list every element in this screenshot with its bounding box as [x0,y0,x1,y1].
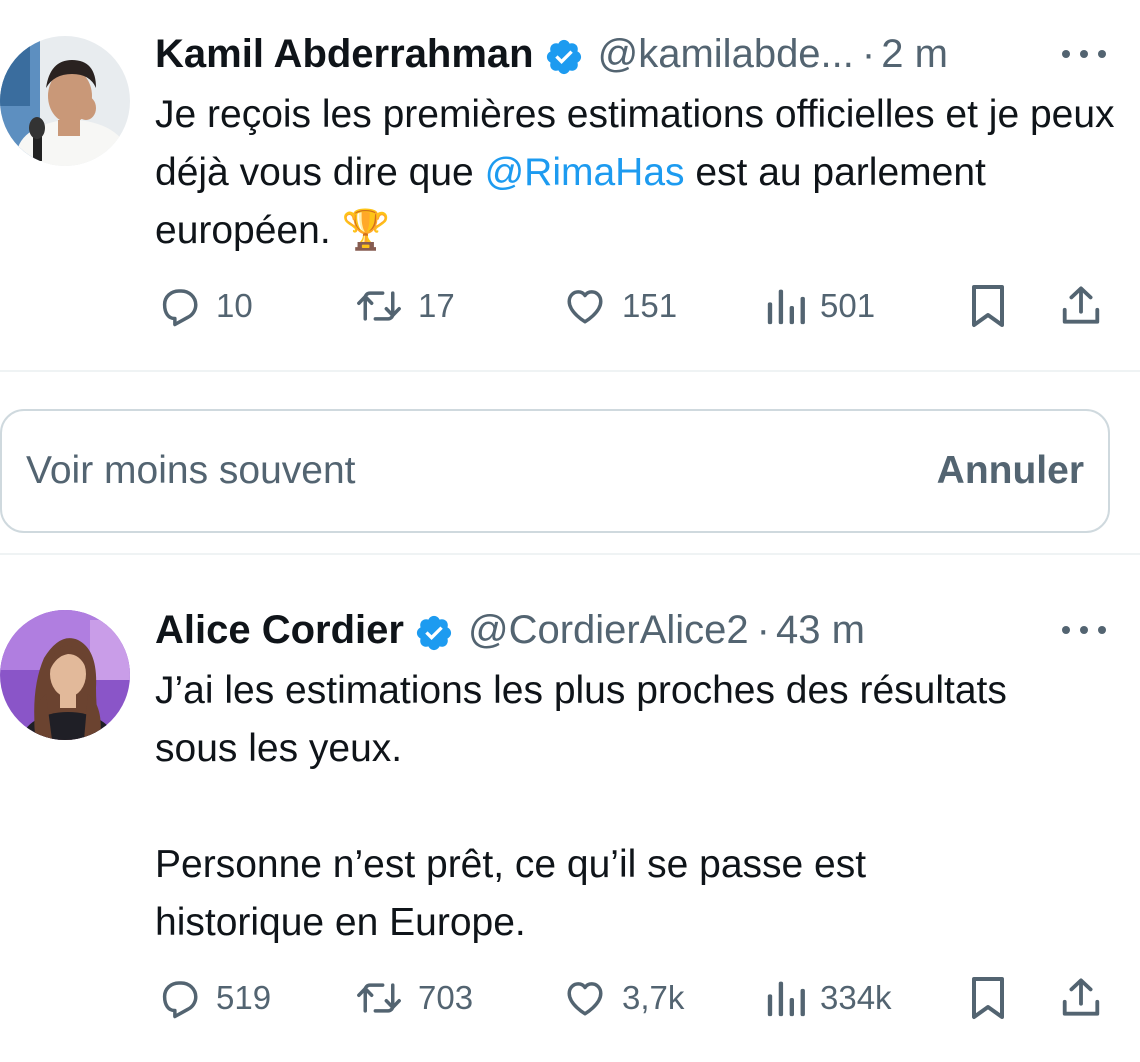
avatar-alice[interactable] [0,610,130,740]
retweet-button[interactable]: 17 [354,276,455,336]
retweet-icon [357,983,401,1013]
reply-count: 10 [216,287,253,324]
divider [0,370,1140,372]
reply-button[interactable]: 10 [158,276,253,336]
handle[interactable]: @CordierAlice2 [468,600,749,660]
more-icon[interactable] [1062,34,1106,74]
see-less-notice: Voir moins souvent Annuler [0,409,1110,533]
tweet-text: J’ai les estimations les plus proches de… [155,662,1015,952]
mention-link[interactable]: @RimaHas [485,151,685,194]
like-count: 3,7k [622,979,685,1016]
display-name[interactable]: Alice Cordier [155,600,404,660]
tweet-text: Je reçois les premières estimations offi… [155,86,1130,260]
divider [0,553,1140,555]
tweet-paragraph: J’ai les estimations les plus proches de… [155,669,1007,770]
verified-badge-icon [414,610,454,651]
views-icon [767,981,805,1017]
views-icon [767,289,805,325]
tweet-kamil[interactable]: Kamil Abderrahman @kamilabde... · 2 m Je… [0,0,1140,370]
notice-text: Voir moins souvent [26,449,356,492]
like-icon [567,290,603,324]
bookmark-icon [972,285,1004,327]
retweet-button[interactable]: 703 [354,968,473,1028]
verified-badge-icon [544,34,584,75]
tweet-header: Alice Cordier @CordierAlice2 · 43 m [155,600,865,660]
display-name[interactable]: Kamil Abderrahman [155,24,534,84]
share-icon [1062,978,1100,1016]
views-count: 501 [820,287,876,324]
reply-icon [162,981,198,1019]
tweet-actions: 519 703 3,7k 334k [0,968,1140,1028]
like-button[interactable]: 3,7k [562,968,684,1028]
views-button[interactable]: 501 [766,276,875,336]
tweet-alice[interactable]: Alice Cordier @CordierAlice2 · 43 m J’ai… [0,556,1140,1062]
like-icon [567,982,603,1016]
bookmark-icon [972,977,1004,1019]
timestamp[interactable]: 2 m [881,24,948,84]
retweet-count: 17 [418,287,455,324]
bookmark-button[interactable] [968,968,1008,1028]
cancel-button[interactable]: Annuler [937,411,1084,531]
share-button[interactable] [1058,968,1104,1028]
more-icon[interactable] [1062,610,1106,650]
tweet-paragraph: Personne n’est prêt, ce qu’il se passe e… [155,843,867,944]
like-count: 151 [622,287,678,324]
tweet-actions: 10 17 151 501 [0,276,1140,336]
bookmark-button[interactable] [968,276,1008,336]
views-button[interactable]: 334k [766,968,892,1028]
reply-count: 519 [216,979,272,1016]
separator: · [861,32,876,76]
tweet-header: Kamil Abderrahman @kamilabde... · 2 m [155,24,948,84]
timestamp[interactable]: 43 m [776,600,865,660]
reply-button[interactable]: 519 [158,968,271,1028]
retweet-count: 703 [418,979,474,1016]
share-button[interactable] [1058,276,1104,336]
retweet-icon [357,291,401,321]
like-button[interactable]: 151 [562,276,677,336]
share-icon [1062,286,1100,324]
views-count: 334k [820,979,892,1016]
separator: · [756,608,770,652]
avatar-kamil[interactable] [0,36,130,166]
reply-icon [162,289,198,327]
handle[interactable]: @kamilabde... [598,24,854,84]
